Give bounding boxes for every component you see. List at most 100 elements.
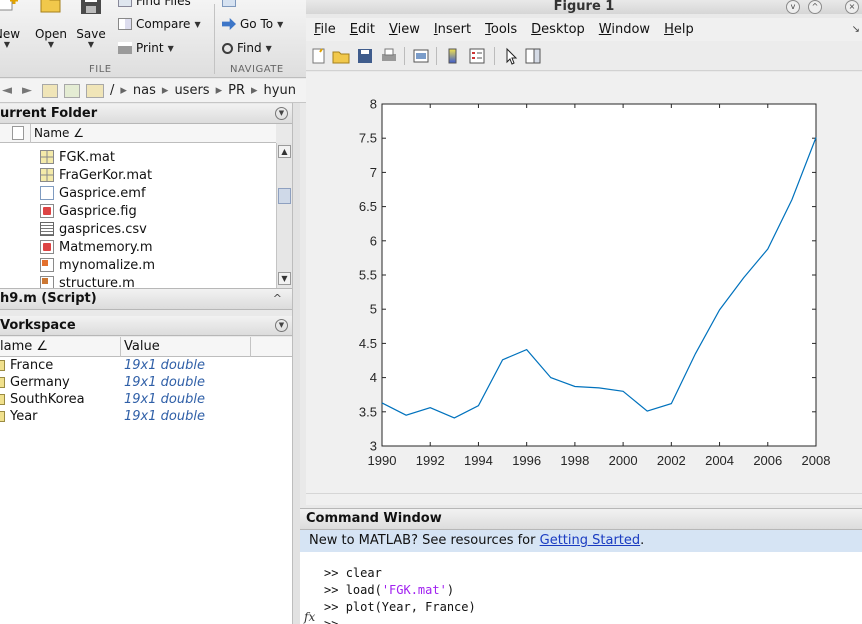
y-tick-label: 8: [370, 97, 377, 112]
file-row[interactable]: Gasprice.fig: [40, 202, 137, 220]
link-plot-icon[interactable]: [412, 47, 430, 65]
workspace-variable-row[interactable]: France 19x1 double: [0, 357, 292, 374]
dock-icon[interactable]: ↘: [852, 24, 860, 35]
print-figure-icon[interactable]: [380, 47, 398, 65]
minimize-icon[interactable]: v: [786, 0, 800, 14]
value-column-header[interactable]: Value: [120, 337, 250, 357]
browse-folder-icon[interactable]: [64, 83, 80, 98]
command-window-body[interactable]: >> clear >> load('FGK.mat') >> plot(Year, …: [300, 552, 862, 624]
new-figure-icon[interactable]: [310, 47, 328, 65]
chevron-up-icon[interactable]: ^: [273, 289, 282, 309]
current-folder-header[interactable]: urrent Folder ▼: [0, 104, 292, 124]
menu-tools[interactable]: Tools: [485, 22, 517, 37]
workspace-list: France 19x1 double Germany 19x1 double South…: [0, 357, 292, 624]
menu-help[interactable]: Help: [664, 22, 694, 37]
save-figure-icon[interactable]: [356, 47, 374, 65]
search-icon: [222, 42, 233, 54]
menu-desktop[interactable]: Desktop: [531, 22, 585, 37]
file-row[interactable]: FraGerKor.mat: [40, 166, 152, 184]
script-panel-header[interactable]: h9.m (Script) ^: [0, 288, 292, 310]
x-tick-label: 2004: [705, 453, 734, 468]
getting-started-link[interactable]: Getting Started: [540, 533, 641, 548]
y-tick-label: 7.5: [359, 131, 377, 146]
menu-edit[interactable]: Edit: [350, 22, 375, 37]
find-button[interactable]: Find ▼: [222, 39, 272, 57]
y-tick-label: 5.5: [359, 268, 377, 283]
save-icon: [81, 0, 101, 14]
save-button[interactable]: Save ▼: [70, 0, 112, 62]
menu-window[interactable]: Window: [599, 22, 650, 37]
panel-actions-icon[interactable]: ▼: [275, 107, 288, 120]
current-folder-list: FGK.mat FraGerKor.mat Gasprice.emf Gasprice…: [0, 143, 276, 288]
navigate-back-icon-button[interactable]: [222, 0, 236, 10]
emf-file-icon: [40, 186, 54, 200]
file-row[interactable]: Gasprice.emf: [40, 184, 146, 202]
printer-icon: [118, 42, 132, 54]
up-folder-icon[interactable]: [42, 83, 58, 98]
function-browser-icon[interactable]: fx: [304, 610, 315, 624]
chevron-down-icon: ▼: [47, 40, 55, 49]
line-chart[interactable]: 3 3.5 4 4.5 5 5.5 6 6.5 7 7.5 8 1990 1992 1994 1996 199…: [306, 72, 862, 493]
new-icon: [0, 0, 18, 11]
panel-splitter[interactable]: [292, 103, 300, 624]
file-row[interactable]: gasprices.csv: [40, 220, 147, 238]
command-window[interactable]: Command Window New to MATLAB? See resour…: [300, 508, 862, 624]
arrow-back-icon: [222, 0, 236, 7]
workspace-variable-row[interactable]: Year 19x1 double: [0, 408, 292, 425]
variable-icon: [0, 394, 5, 405]
m-file-icon: [40, 276, 54, 288]
maximize-icon[interactable]: ^: [808, 0, 822, 14]
open-file-icon[interactable]: [332, 47, 350, 65]
new-button[interactable]: New ▼: [0, 0, 28, 62]
figure-canvas: 3 3.5 4 4.5 5 5.5 6 6.5 7 7.5 8 1990 1992 1994 1996 199…: [306, 72, 862, 493]
print-button[interactable]: Print ▼: [118, 39, 174, 57]
colorbar-icon[interactable]: [444, 47, 462, 65]
variable-name: France: [10, 358, 54, 373]
file-row[interactable]: FGK.mat: [40, 148, 115, 166]
current-folder-column-header: Name ∠: [0, 124, 276, 143]
path-segment-nas[interactable]: nas: [133, 83, 156, 98]
menu-file[interactable]: File: [314, 22, 336, 37]
workspace-variable-row[interactable]: SouthKorea 19x1 double: [0, 391, 292, 408]
scroll-up-icon[interactable]: ▲: [278, 145, 291, 158]
panel-actions-icon[interactable]: ▼: [275, 319, 288, 332]
file-row[interactable]: mynomalize.m: [40, 256, 155, 274]
scrollbar-thumb[interactable]: [278, 188, 291, 204]
path-segment-pr[interactable]: PR: [228, 83, 245, 98]
getting-started-banner: New to MATLAB? See resources for Getting…: [300, 530, 862, 552]
x-tick-label: 2008: [802, 453, 831, 468]
toolbar-divider: [494, 47, 495, 65]
open-button[interactable]: Open ▼: [30, 0, 72, 62]
command-line[interactable]: >>: [324, 617, 346, 624]
compare-button[interactable]: Compare ▼: [118, 15, 201, 33]
current-folder-scrollbar[interactable]: ▲ ▼: [276, 143, 292, 288]
command-line: >> load('FGK.mat'): [324, 583, 455, 597]
path-root[interactable]: /: [110, 83, 114, 98]
workspace-header[interactable]: Vorkspace ▼: [0, 316, 292, 336]
y-tick-label: 4: [370, 370, 377, 385]
m-file-icon: [40, 258, 54, 272]
file-group-label: FILE: [89, 64, 112, 75]
back-arrow-icon[interactable]: ◄: [2, 83, 16, 98]
menu-insert[interactable]: Insert: [434, 22, 471, 37]
name-column-header[interactable]: Name ∠: [30, 124, 276, 143]
menu-view[interactable]: View: [389, 22, 420, 37]
scroll-down-icon[interactable]: ▼: [278, 272, 291, 285]
pointer-icon[interactable]: [502, 47, 520, 65]
file-row[interactable]: structure.m: [40, 274, 135, 288]
path-segment-users[interactable]: users: [174, 83, 209, 98]
y-tick-label: 3.5: [359, 404, 377, 419]
command-window-header[interactable]: Command Window: [300, 509, 862, 530]
workspace-variable-row[interactable]: Germany 19x1 double: [0, 374, 292, 391]
path-segment-hyun[interactable]: hyun: [264, 83, 296, 98]
name-column-header[interactable]: lame ∠: [0, 337, 48, 357]
close-icon[interactable]: ×: [845, 0, 859, 14]
variable-name: Year: [10, 409, 38, 424]
plot-tools-icon[interactable]: [524, 47, 542, 65]
file-row[interactable]: Matmemory.m: [40, 238, 153, 256]
forward-arrow-icon[interactable]: ►: [22, 83, 36, 98]
find-files-button[interactable]: Find Files: [118, 0, 191, 10]
go-to-button[interactable]: Go To ▼: [222, 15, 283, 33]
chevron-down-icon: ▼: [3, 40, 11, 49]
legend-icon[interactable]: [468, 47, 486, 65]
